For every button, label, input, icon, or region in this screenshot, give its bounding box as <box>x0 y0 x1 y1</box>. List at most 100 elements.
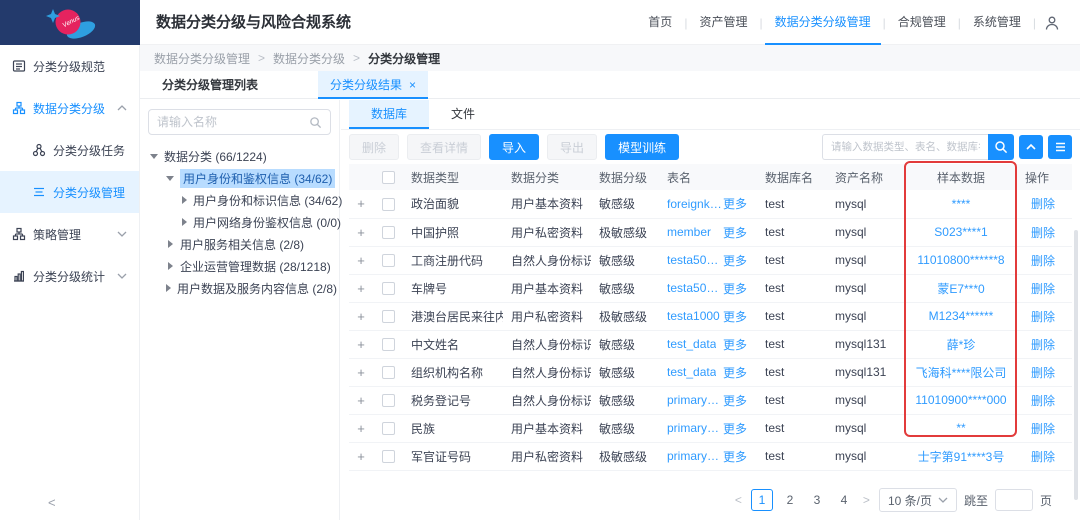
tree-caret[interactable] <box>182 218 187 226</box>
tab-close-icon[interactable]: × <box>409 78 416 92</box>
table-name-link[interactable]: primaryk... <box>667 393 723 407</box>
more-link[interactable]: 更多 <box>723 420 757 437</box>
row-checkbox[interactable] <box>382 450 395 463</box>
sample-data-link[interactable]: 蒙E7***0 <box>937 282 984 296</box>
jump-page-input[interactable] <box>995 489 1033 511</box>
next-page-button[interactable]: > <box>861 493 872 507</box>
sample-data-link[interactable]: 飞海科****限公司 <box>916 366 1007 380</box>
topnav-item-3[interactable]: 合规管理 <box>888 0 956 45</box>
subtab-1[interactable]: 文件 <box>429 100 497 129</box>
search-icon[interactable] <box>309 116 322 129</box>
expand-row-icon[interactable]: + <box>357 196 365 211</box>
delete-row-link[interactable]: 删除 <box>1031 197 1055 211</box>
tree-node-3[interactable]: 用户网络身份鉴权信息 (0/0) <box>148 211 331 233</box>
tree-caret[interactable] <box>166 284 171 292</box>
topnav-item-2[interactable]: 数据分类分级管理 <box>765 0 881 45</box>
more-link[interactable]: 更多 <box>723 224 757 241</box>
page-number-1[interactable]: 1 <box>751 489 773 511</box>
row-checkbox[interactable] <box>382 282 395 295</box>
more-link[interactable]: 更多 <box>723 195 757 212</box>
toolbar-button-1[interactable]: 查看详情 <box>407 134 481 160</box>
table-name-link[interactable]: primaryk... <box>667 449 723 463</box>
subtab-0[interactable]: 数据库 <box>349 100 429 129</box>
more-link[interactable]: 更多 <box>723 392 757 409</box>
sample-data-link[interactable]: S023****1 <box>934 225 987 239</box>
row-checkbox[interactable] <box>382 198 395 211</box>
topnav-item-0[interactable]: 首页 <box>638 0 682 45</box>
tree-node-6[interactable]: 用户数据及服务内容信息 (2/8) <box>148 277 331 299</box>
more-link[interactable]: 更多 <box>723 336 757 353</box>
expand-row-icon[interactable]: + <box>357 337 365 352</box>
sidebar-item-1[interactable]: 数据分类分级 <box>0 87 139 129</box>
table-name-link[interactable]: testa50000 <box>667 281 723 295</box>
expand-row-icon[interactable]: + <box>357 281 365 296</box>
more-link[interactable]: 更多 <box>723 448 757 465</box>
row-checkbox[interactable] <box>382 226 395 239</box>
expand-row-icon[interactable]: + <box>357 393 365 408</box>
tree-node-2[interactable]: 用户身份和标识信息 (34/62) <box>148 189 331 211</box>
tree-node-1[interactable]: 用户身份和鉴权信息 (34/62) <box>148 167 331 189</box>
page-number-2[interactable]: 2 <box>780 493 800 507</box>
topnav-item-4[interactable]: 系统管理 <box>963 0 1031 45</box>
row-checkbox[interactable] <box>382 422 395 435</box>
page-size-select[interactable]: 10 条/页 <box>879 488 957 512</box>
toolbar-button-4[interactable]: 模型训练 <box>605 134 679 160</box>
tree-caret[interactable] <box>182 196 187 204</box>
sidebar-item-4[interactable]: 策略管理 <box>0 213 139 255</box>
more-link[interactable]: 更多 <box>723 252 757 269</box>
toolbar-button-2[interactable]: 导入 <box>489 134 539 160</box>
delete-row-link[interactable]: 删除 <box>1031 254 1055 268</box>
prev-page-button[interactable]: < <box>733 493 744 507</box>
table-name-link[interactable]: test_data <box>667 337 716 351</box>
row-checkbox[interactable] <box>382 366 395 379</box>
sidebar-item-0[interactable]: 分类分级规范 <box>0 45 139 87</box>
delete-row-link[interactable]: 删除 <box>1031 338 1055 352</box>
tab-0[interactable]: 分类分级管理列表 <box>150 71 318 99</box>
sample-data-link[interactable]: ** <box>956 421 965 435</box>
sidebar-item-2[interactable]: 分类分级任务 <box>0 129 139 171</box>
user-menu[interactable] <box>1038 15 1066 31</box>
breadcrumb-item-0[interactable]: 数据分类分级管理 <box>154 50 250 67</box>
delete-row-link[interactable]: 删除 <box>1031 422 1055 436</box>
delete-row-link[interactable]: 删除 <box>1031 282 1055 296</box>
more-link[interactable]: 更多 <box>723 308 757 325</box>
table-name-link[interactable]: primaryk... <box>667 421 723 435</box>
table-name-link[interactable]: foreignke... <box>667 197 723 211</box>
row-checkbox[interactable] <box>382 254 395 267</box>
expand-row-icon[interactable]: + <box>357 421 365 436</box>
sample-data-link[interactable]: 11010900****000 <box>915 393 1006 407</box>
sample-data-link[interactable]: 11010800******8 <box>917 253 1004 267</box>
page-number-3[interactable]: 3 <box>807 493 827 507</box>
delete-row-link[interactable]: 删除 <box>1031 394 1055 408</box>
sample-data-link[interactable]: **** <box>952 197 971 211</box>
sidebar-collapse-button[interactable]: < <box>48 495 56 510</box>
table-name-link[interactable]: testa1000 <box>667 309 720 323</box>
table-name-link[interactable]: test_data <box>667 365 716 379</box>
delete-row-link[interactable]: 删除 <box>1031 450 1055 464</box>
tree-node-5[interactable]: 企业运营管理数据 (28/1218) <box>148 255 331 277</box>
delete-row-link[interactable]: 删除 <box>1031 310 1055 324</box>
sample-data-link[interactable]: M1234****** <box>929 309 994 323</box>
column-settings-button[interactable] <box>1048 135 1072 159</box>
scrollbar[interactable] <box>1074 230 1078 500</box>
row-checkbox[interactable] <box>382 394 395 407</box>
expand-row-icon[interactable]: + <box>357 225 365 240</box>
expand-row-icon[interactable]: + <box>357 449 365 464</box>
tree-search-input[interactable] <box>157 115 309 129</box>
expand-row-icon[interactable]: + <box>357 253 365 268</box>
toolbar-button-3[interactable]: 导出 <box>547 134 597 160</box>
tree-node-0[interactable]: 数据分类 (66/1224) <box>148 145 331 167</box>
row-checkbox[interactable] <box>382 310 395 323</box>
select-all-checkbox[interactable] <box>382 171 395 184</box>
sample-data-link[interactable]: 士字第91****3号 <box>918 450 1005 464</box>
page-number-4[interactable]: 4 <box>834 493 854 507</box>
sample-data-link[interactable]: 薛*珍 <box>947 338 976 352</box>
table-search-input[interactable] <box>822 134 988 160</box>
delete-row-link[interactable]: 删除 <box>1031 366 1055 380</box>
sidebar-item-3[interactable]: 分类分级管理 <box>0 171 139 213</box>
tree-caret[interactable] <box>166 262 174 270</box>
table-name-link[interactable]: member <box>667 225 711 239</box>
tree-caret[interactable] <box>166 240 174 248</box>
collapse-search-button[interactable] <box>1019 135 1043 159</box>
row-checkbox[interactable] <box>382 338 395 351</box>
